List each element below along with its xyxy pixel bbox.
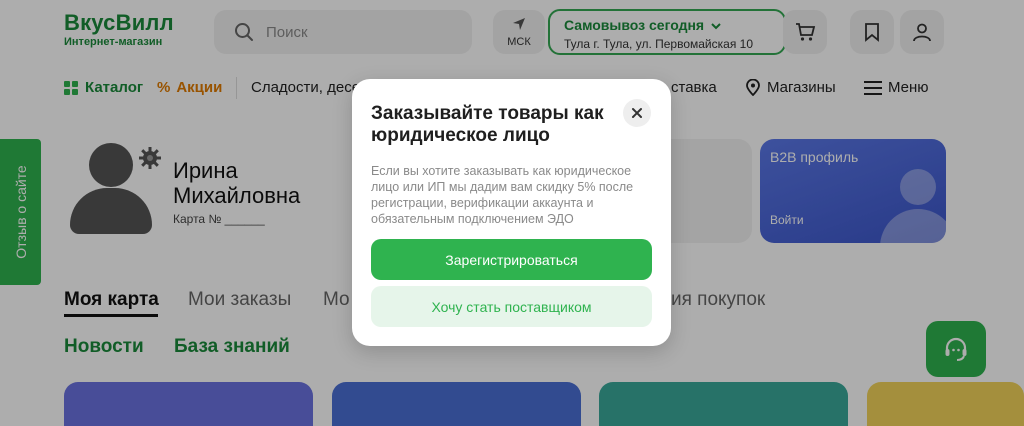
legal-entity-modal: Заказывайте товары как юридическое лицо … (352, 79, 671, 346)
become-supplier-button[interactable]: Хочу стать поставщиком (371, 286, 652, 327)
modal-description: Если вы хотите заказывать как юридическо… (371, 164, 634, 226)
register-button[interactable]: Зарегистрироваться (371, 239, 652, 280)
close-button[interactable] (623, 99, 651, 127)
modal-title: Заказывайте товары как юридическое лицо (371, 103, 604, 146)
close-icon (632, 108, 642, 118)
